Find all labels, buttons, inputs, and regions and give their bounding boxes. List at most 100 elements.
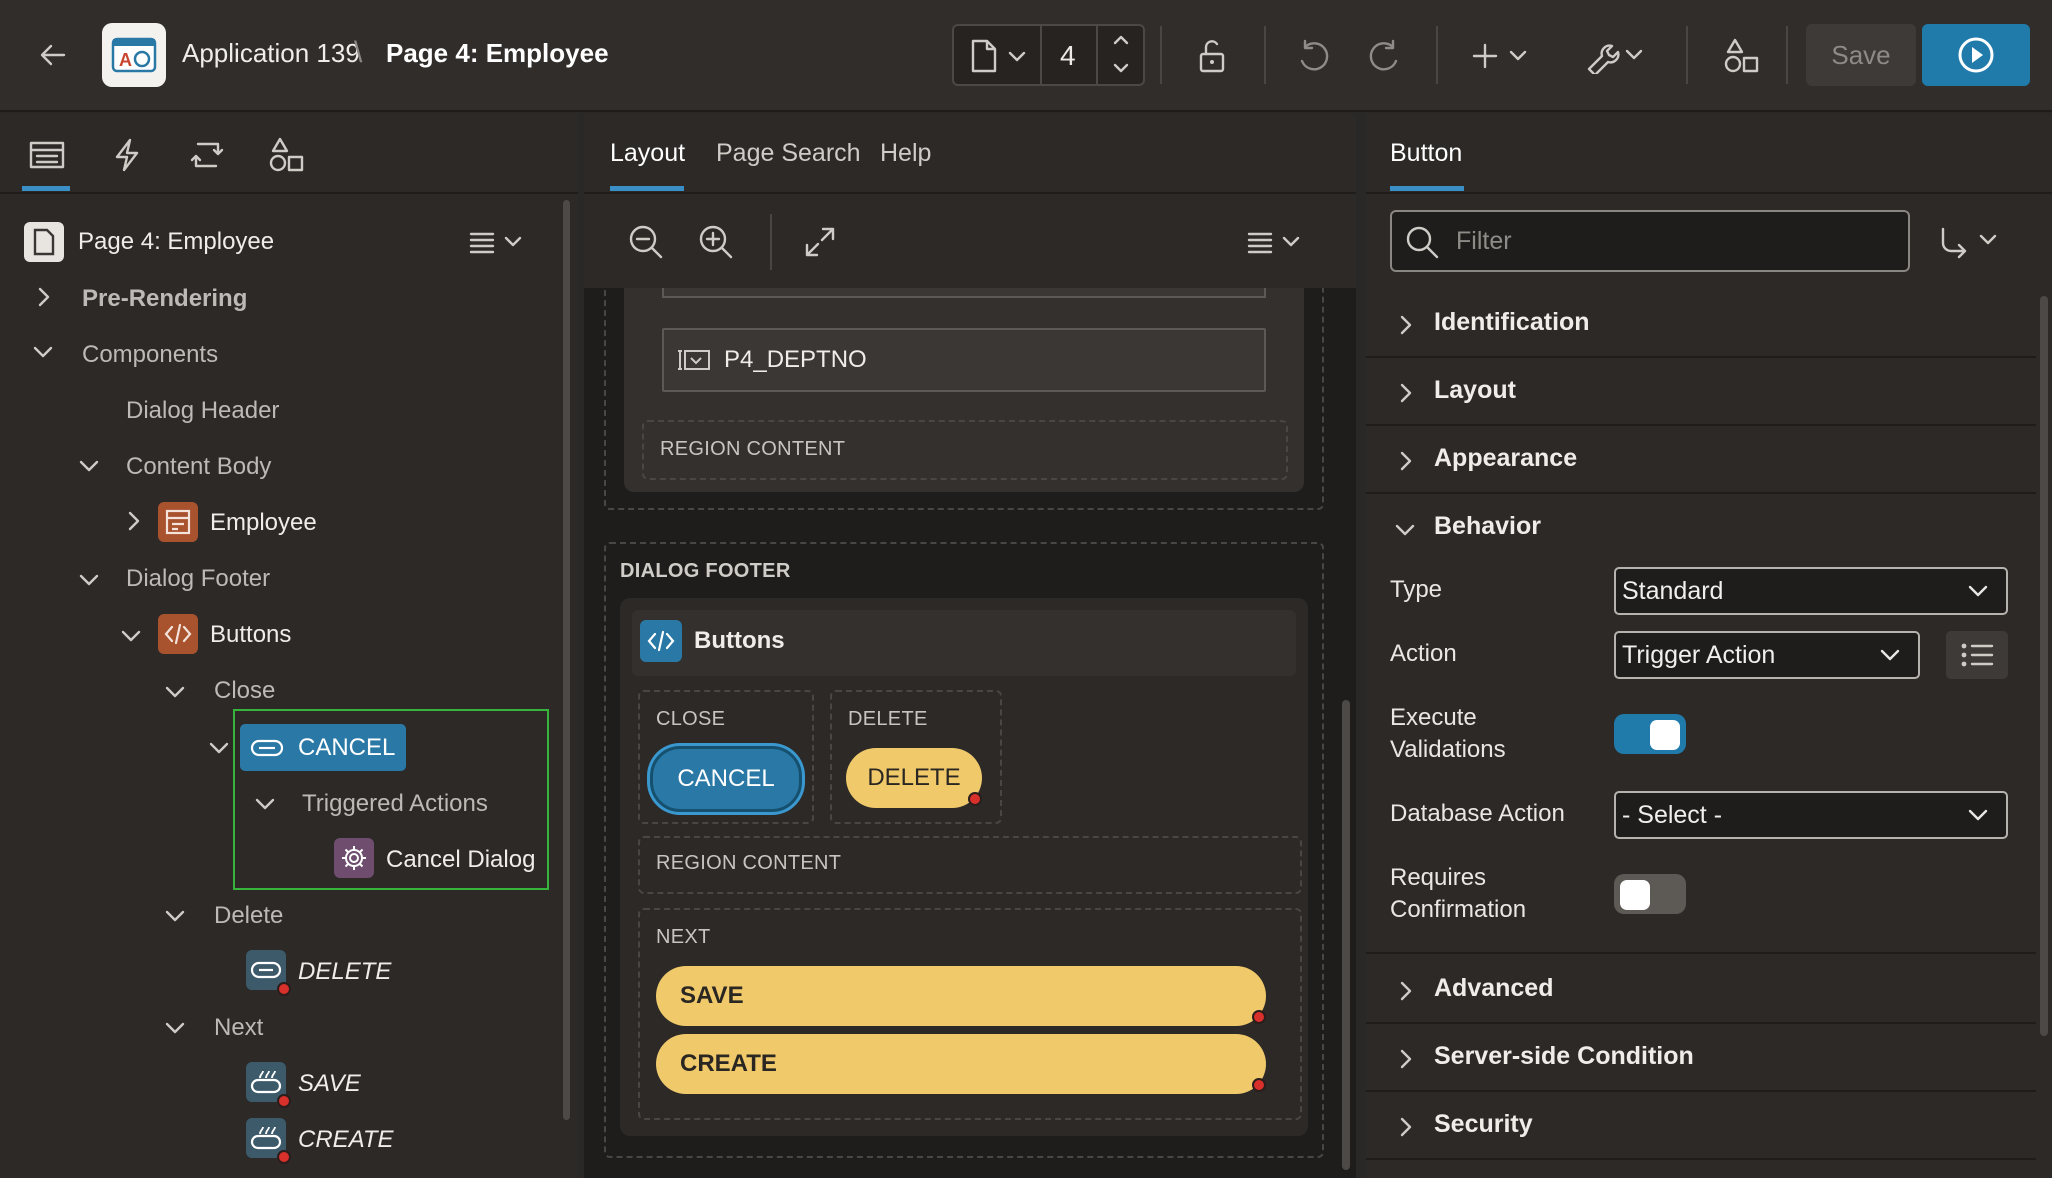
chevron-down-icon[interactable]: [1108, 58, 1134, 78]
redo-icon[interactable]: [1362, 34, 1406, 78]
zoom-in-icon[interactable]: [694, 220, 738, 264]
active-tab-indicator: [1390, 186, 1464, 191]
chevron-down-icon[interactable]: [1004, 44, 1030, 70]
chevron-down-icon[interactable]: [120, 628, 142, 644]
page-icon[interactable]: [964, 36, 1004, 76]
server-side-marker-icon: [1252, 1010, 1266, 1024]
dynamic-actions-tab[interactable]: [104, 132, 150, 178]
type-label: Type: [1390, 576, 1443, 603]
save-button-preview[interactable]: SAVE: [656, 966, 1266, 1026]
rendering-tab[interactable]: [24, 132, 70, 178]
delete-slot-label: DELETE: [848, 708, 928, 730]
chevron-down-icon[interactable]: [164, 908, 186, 924]
section-advanced[interactable]: Advanced: [1366, 956, 2036, 1024]
zoom-out-icon[interactable]: [624, 220, 668, 264]
layout-menu-button[interactable]: [1244, 224, 1306, 260]
save-button[interactable]: Save: [1806, 24, 1916, 86]
svg-text:A: A: [119, 50, 132, 70]
lightning-icon: [115, 138, 139, 172]
chevron-down-icon[interactable]: [164, 1020, 186, 1036]
go-to-group-button[interactable]: [1934, 222, 2004, 262]
page-number-input[interactable]: 4: [1060, 40, 1076, 72]
page-title: Page 4: Employee: [386, 38, 609, 68]
shared-components-tab[interactable]: [264, 132, 310, 178]
server-side-marker-icon: [277, 982, 291, 996]
wrench-icon[interactable]: [1582, 34, 1648, 78]
tree-pre-rendering[interactable]: Pre-Rendering: [82, 285, 247, 313]
tab-help[interactable]: Help: [880, 139, 931, 168]
rendering-tree-icon: [29, 141, 65, 169]
chevron-right-icon[interactable]: [36, 286, 52, 308]
tab-button[interactable]: Button: [1390, 139, 1462, 168]
chevron-right-icon[interactable]: [126, 510, 142, 532]
tree-close-position[interactable]: Close: [214, 677, 275, 705]
tree-components[interactable]: Components: [82, 341, 218, 369]
execute-validations-label-line-1: Execute: [1390, 704, 1477, 731]
chevron-down-icon[interactable]: [78, 458, 100, 474]
processing-icon: [190, 142, 224, 168]
tree-root-label[interactable]: Page 4: Employee: [78, 228, 274, 256]
database-action-select[interactable]: - Select -: [1614, 791, 2008, 839]
run-page-button[interactable]: [1922, 24, 2030, 86]
tree-delete-button[interactable]: DELETE: [298, 958, 391, 986]
shared-components-icon[interactable]: [1720, 34, 1764, 78]
active-tab-indicator: [22, 186, 70, 191]
requires-confirmation-toggle[interactable]: [1614, 874, 1686, 914]
section-identification[interactable]: Identification: [1366, 290, 2036, 358]
chevron-up-icon[interactable]: [1108, 30, 1134, 50]
toolbar-divider: [1436, 26, 1438, 84]
tree-dialog-header[interactable]: Dialog Header: [126, 397, 279, 425]
action-label: Action: [1390, 640, 1457, 667]
property-editor-scrollbar[interactable]: [2040, 296, 2048, 1036]
tree-create-button[interactable]: CREATE: [298, 1126, 394, 1154]
section-security[interactable]: Security: [1366, 1092, 2036, 1160]
tree-next-position[interactable]: Next: [214, 1014, 263, 1042]
tab-layout[interactable]: Layout: [610, 139, 685, 168]
tree-save-button[interactable]: SAVE: [298, 1070, 361, 1098]
unlock-icon[interactable]: [1190, 34, 1234, 78]
application-name-link[interactable]: Application 139: [182, 38, 360, 69]
layout-canvas: P4_DEPTNO REGION CONTENT DIALOG FOOTER B…: [584, 288, 1356, 1178]
type-select[interactable]: Standard: [1614, 567, 2008, 615]
tree-content-body[interactable]: Content Body: [126, 453, 271, 481]
chevron-down-icon[interactable]: [164, 684, 186, 700]
chevron-down-icon: [1968, 809, 1988, 821]
cancel-button-preview[interactable]: CANCEL: [650, 746, 802, 812]
tree-dialog-footer[interactable]: Dialog Footer: [126, 565, 270, 593]
plus-icon[interactable]: [1470, 36, 1532, 76]
undo-icon[interactable]: [1292, 34, 1336, 78]
processing-tab[interactable]: [184, 132, 230, 178]
delete-button-preview[interactable]: DELETE: [846, 748, 982, 808]
app-logo-icon[interactable]: A: [102, 23, 166, 87]
left-scrollbar[interactable]: [563, 200, 570, 1120]
tree-buttons-region[interactable]: Buttons: [210, 621, 291, 649]
chevron-down-icon[interactable]: [208, 740, 230, 756]
chevron-down-icon[interactable]: [32, 344, 54, 360]
tree-delete-position[interactable]: Delete: [214, 902, 283, 930]
section-layout[interactable]: Layout: [1366, 358, 2036, 426]
tree-employee-region[interactable]: Employee: [210, 509, 317, 537]
region-content-label: REGION CONTENT: [656, 852, 842, 874]
form-item[interactable]: [662, 288, 1266, 298]
action-select[interactable]: Trigger Action: [1614, 631, 1920, 679]
next-slot-label: NEXT: [656, 926, 711, 948]
create-button-preview[interactable]: CREATE: [656, 1034, 1266, 1094]
chevron-down-icon[interactable]: [78, 572, 100, 588]
toolbar-divider: [770, 214, 772, 270]
database-action-select-value: - Select -: [1622, 800, 1723, 829]
action-list-button[interactable]: [1946, 631, 2008, 679]
canvas-scrollbar[interactable]: [1342, 700, 1350, 1170]
chevron-down-icon: [1968, 585, 1988, 597]
section-appearance[interactable]: Appearance: [1366, 426, 2036, 494]
tab-page-search[interactable]: Page Search: [716, 139, 861, 168]
action-select-value: Trigger Action: [1622, 640, 1776, 669]
tree-menu-button[interactable]: [466, 224, 528, 260]
chevron-down-icon: [1880, 649, 1900, 661]
expand-icon[interactable]: [798, 220, 842, 264]
section-server-side-condition[interactable]: Server-side Condition: [1366, 1024, 2036, 1092]
type-select-value: Standard: [1622, 576, 1724, 605]
chevron-right-icon: [1400, 315, 1412, 335]
execute-validations-toggle[interactable]: [1614, 714, 1686, 754]
back-arrow-icon[interactable]: [30, 32, 76, 78]
selector-divider: [1040, 26, 1042, 84]
